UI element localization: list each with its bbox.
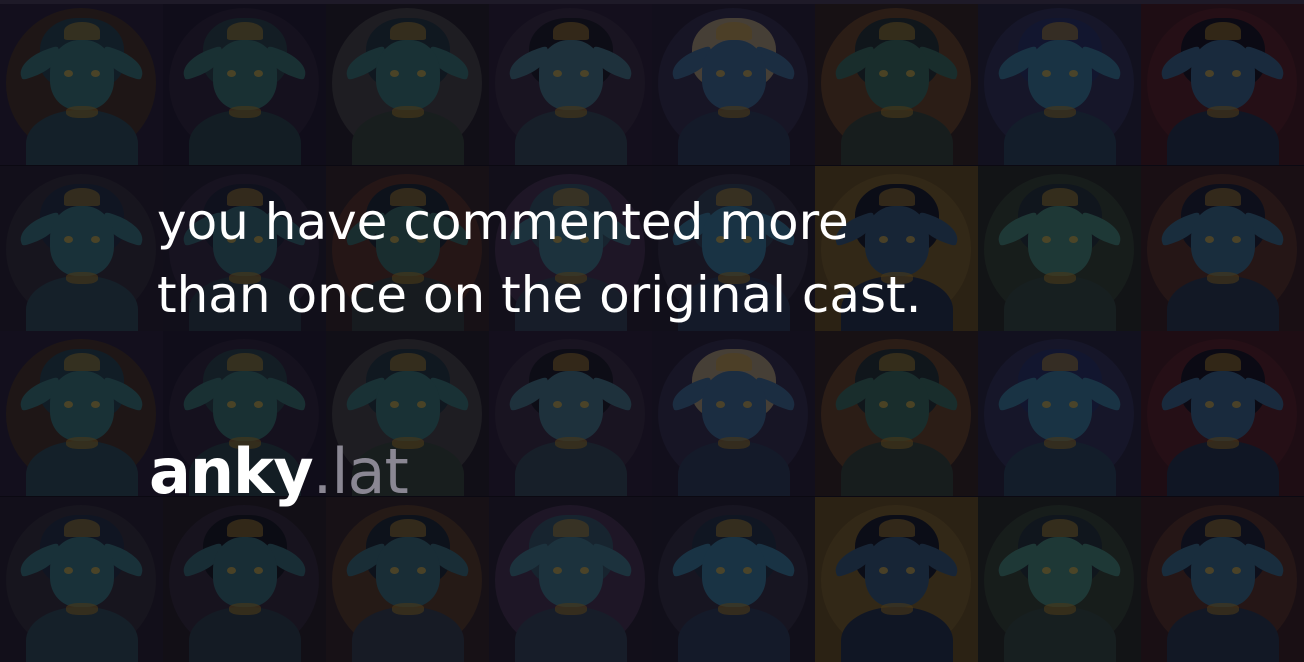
notice-message: you have commented more than once on the… xyxy=(157,186,922,332)
logo-domain-suffix: .lat xyxy=(312,435,409,508)
logo-brand: anky xyxy=(149,435,314,508)
anky-logo: anky.lat xyxy=(149,432,409,512)
cast-image: you have commented more than once on the… xyxy=(0,0,1304,662)
top-border xyxy=(0,0,1304,4)
notice-message-line-2: than once on the original cast. xyxy=(157,266,922,324)
notice-message-line-1: you have commented more xyxy=(157,193,849,251)
